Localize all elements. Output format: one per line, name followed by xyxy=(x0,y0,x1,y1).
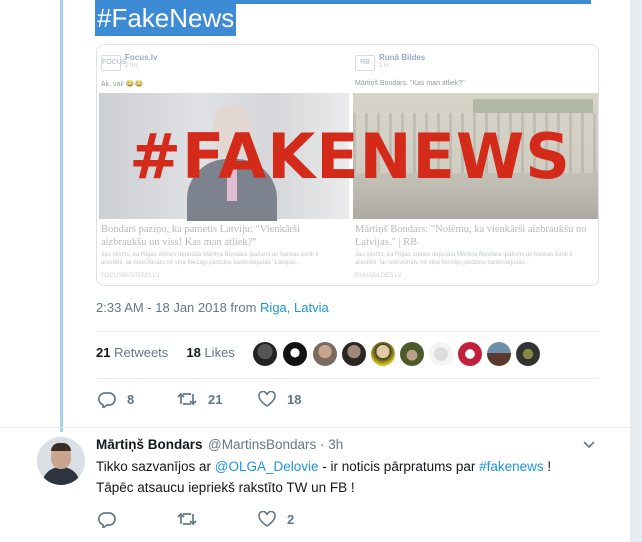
heart-icon xyxy=(258,391,276,407)
reply-button[interactable] xyxy=(98,511,127,528)
heart-icon xyxy=(258,511,276,527)
tweet-image[interactable]: FOCUS Focus.lv 2 hrs · Ak, vai! 😂😂 Bonda… xyxy=(96,44,599,286)
reply-count: 8 xyxy=(127,392,135,407)
location-link[interactable]: Riga, Latvia xyxy=(260,300,329,315)
divider xyxy=(96,378,598,379)
liker-avatar[interactable] xyxy=(400,342,424,366)
like-count: 18 xyxy=(287,391,302,407)
scrollbar[interactable] xyxy=(630,0,642,542)
like-button[interactable]: 18 xyxy=(258,391,301,407)
liker-avatar[interactable] xyxy=(342,342,366,366)
retweet-icon xyxy=(177,392,197,406)
chevron-down-icon[interactable] xyxy=(583,441,595,449)
divider xyxy=(0,427,630,428)
reply-icon xyxy=(98,392,116,408)
retweet-button[interactable]: 21 xyxy=(177,391,222,407)
like-count: 2 xyxy=(287,511,295,527)
reply-tweet[interactable]: Mārtiņš Bondars @MartinsBondars · 3h Tik… xyxy=(0,432,630,542)
selected-text-tail xyxy=(233,0,591,4)
retweet-button[interactable] xyxy=(177,511,208,527)
liker-avatar[interactable] xyxy=(458,342,482,366)
retweet-count: 21 xyxy=(208,391,223,407)
timestamp-text: 2:33 AM - 18 Jan 2018 from xyxy=(96,300,261,315)
liker-avatar[interactable] xyxy=(371,342,395,366)
liker-avatar[interactable] xyxy=(487,342,511,366)
tweet-panel: #FakeNews FOCUS Focus.lv 2 hrs · Ak, vai… xyxy=(0,0,630,542)
tweet-text: Tikko sazvanījos ar @OLGA_Delovie - ir n… xyxy=(96,459,552,495)
author-handle[interactable]: @MartinsBondars · 3h xyxy=(208,437,343,452)
hashtag-text: #FakeNews xyxy=(97,3,235,33)
likes-stat[interactable]: 18 Likes xyxy=(186,345,234,360)
hashtag-fakenews-link[interactable]: #FakeNews xyxy=(95,0,237,36)
thread-line xyxy=(60,0,63,432)
retweets-stat[interactable]: 21 Retweets xyxy=(96,345,168,360)
liker-avatar[interactable] xyxy=(283,342,307,366)
author-name[interactable]: Mārtiņš Bondars xyxy=(96,437,203,452)
tweet-timestamp: 2:33 AM - 18 Jan 2018 from Riga, Latvia xyxy=(96,300,329,315)
avatar[interactable] xyxy=(37,437,85,485)
fakenews-banner: #FAKENEWS xyxy=(129,120,571,193)
mention-link[interactable]: @OLGA_Delovie xyxy=(215,459,319,474)
liker-avatar[interactable] xyxy=(429,342,453,366)
reply-button[interactable]: 8 xyxy=(98,391,134,408)
divider xyxy=(96,331,598,332)
liker-avatar[interactable] xyxy=(253,342,277,366)
liker-avatar[interactable] xyxy=(313,342,337,366)
hashtag-link[interactable]: #fakenews xyxy=(479,459,544,474)
liker-avatar[interactable] xyxy=(516,342,540,366)
reply-icon xyxy=(98,512,116,528)
tweet-stats: 21 Retweets 18 Likes xyxy=(96,345,235,360)
retweet-icon xyxy=(177,512,197,526)
like-button[interactable]: 2 xyxy=(258,511,294,527)
